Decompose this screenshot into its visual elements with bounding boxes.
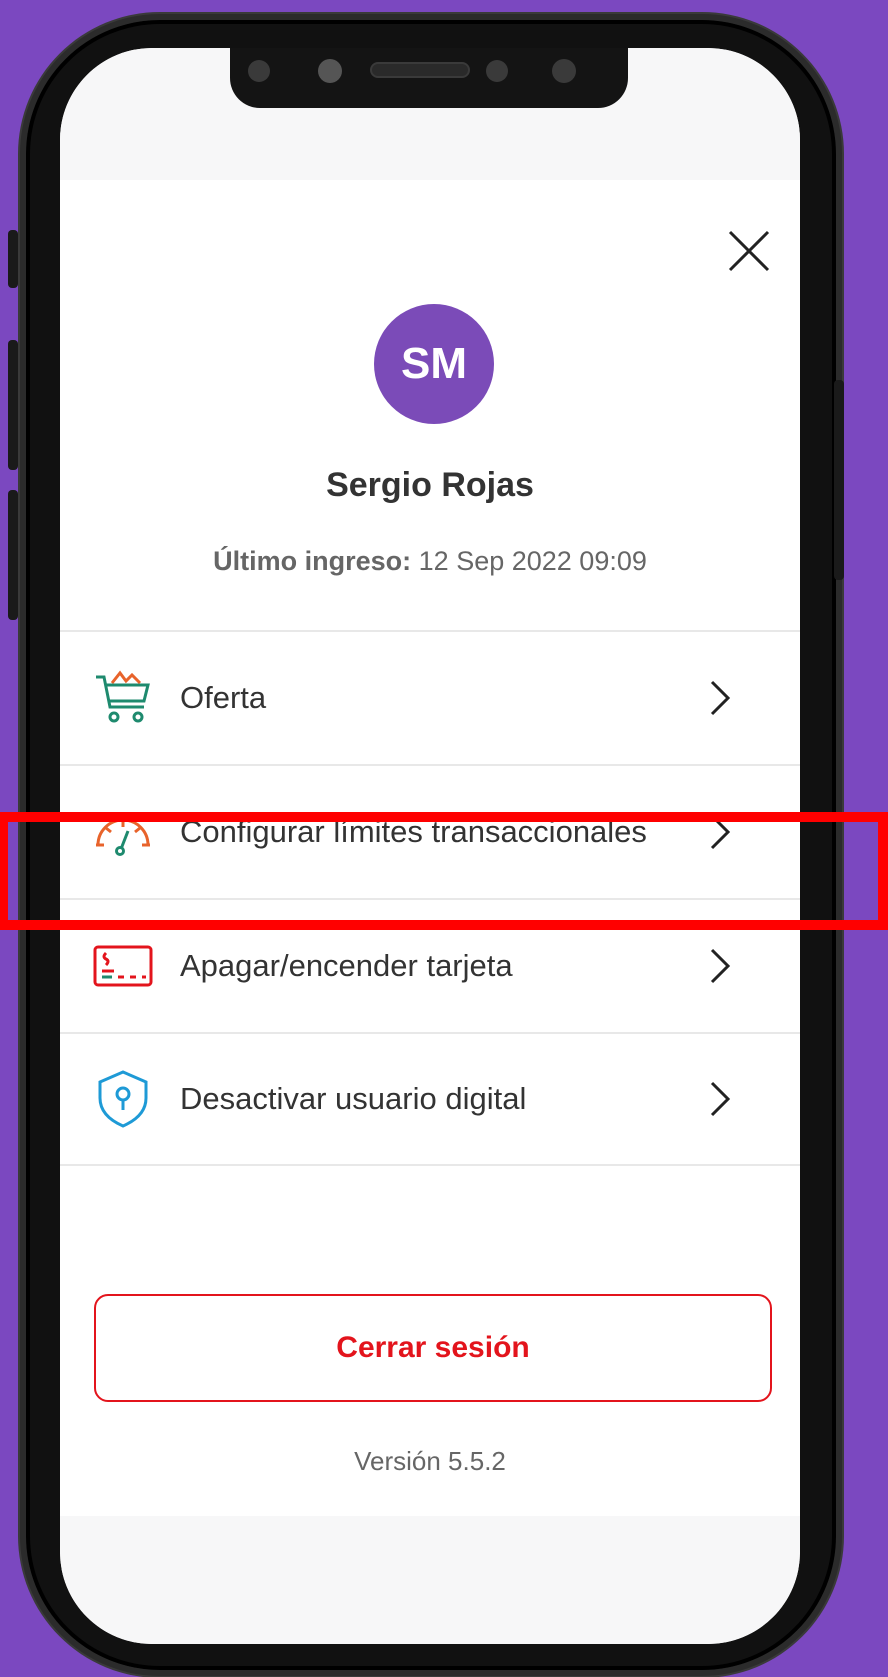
sensor-dot: [248, 60, 270, 82]
profile-menu-panel: SM Sergio Rojas Último ingreso: 12 Sep 2…: [60, 180, 800, 1516]
menu-item-configurar-limites[interactable]: Configurar límites transaccionales: [60, 764, 800, 898]
chevron-right-icon: [710, 680, 731, 716]
bottom-area: [60, 1516, 800, 1644]
card-icon: [93, 945, 153, 987]
menu-item-oferta[interactable]: Oferta: [60, 630, 800, 764]
phone-screen: SM Sergio Rojas Último ingreso: 12 Sep 2…: [60, 48, 800, 1644]
phone-side-button: [8, 340, 18, 470]
menu-item-label: Apagar/encender tarjeta: [180, 948, 513, 983]
chevron-right-icon: [710, 948, 731, 984]
phone-frame: SM Sergio Rojas Último ingreso: 12 Sep 2…: [8, 14, 844, 1676]
last-login-value: 12 Sep 2022 09:09: [418, 546, 647, 576]
sensor-dot: [486, 60, 508, 82]
menu-item-label: Desactivar usuario digital: [180, 1081, 527, 1116]
phone-side-button: [834, 380, 844, 580]
menu-item-label: Configurar límites transaccionales: [180, 814, 647, 849]
chevron-right-icon: [710, 814, 731, 850]
menu-item-desactivar-usuario[interactable]: Desactivar usuario digital: [60, 1032, 800, 1166]
camera-dot: [552, 59, 576, 83]
chevron-right-icon: [710, 1081, 731, 1117]
speedometer-icon: [96, 818, 150, 856]
phone-side-button: [8, 230, 18, 288]
menu-item-label: Oferta: [180, 680, 267, 715]
phone-notch: [230, 48, 628, 108]
user-name: Sergio Rojas: [326, 466, 534, 504]
shopping-cart-icon: [96, 670, 150, 723]
close-button[interactable]: [724, 226, 774, 276]
close-icon: [728, 230, 770, 272]
avatar: SM: [374, 304, 494, 424]
last-login: Último ingreso: 12 Sep 2022 09:09: [60, 546, 800, 577]
phone-speaker: [370, 62, 470, 78]
logout-button[interactable]: Cerrar sesión: [94, 1294, 772, 1402]
options-menu: Oferta Configurar límites transaccionale…: [60, 630, 800, 1166]
last-login-label: Último ingreso:: [213, 546, 412, 576]
phone-side-button: [8, 490, 18, 620]
camera-dot: [318, 59, 342, 83]
menu-item-apagar-encender-tarjeta[interactable]: Apagar/encender tarjeta: [60, 898, 800, 1032]
avatar-initials: SM: [401, 339, 467, 388]
app-version: Versión 5.5.2: [354, 1446, 506, 1476]
shield-lock-icon: [98, 1070, 148, 1128]
